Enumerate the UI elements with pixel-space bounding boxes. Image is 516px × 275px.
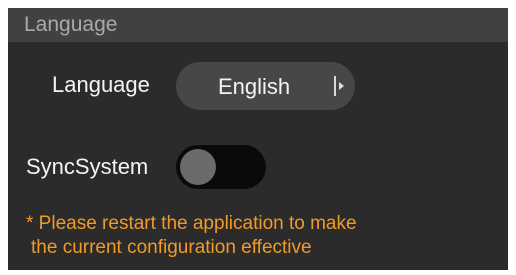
restart-notice: * Please restart the application to make…: [26, 212, 486, 260]
chevron-right-icon: [339, 82, 344, 90]
sync-system-label: SyncSystem: [26, 154, 149, 179]
sync-system-toggle[interactable]: [176, 145, 266, 189]
select-divider: [334, 76, 336, 96]
language-label: Language: [52, 72, 150, 97]
restart-notice-line-2: the current configuration effective: [31, 237, 312, 258]
section-header: Language: [8, 8, 508, 42]
toggle-knob: [180, 149, 216, 185]
language-settings-panel: Language Language English SyncSystem * P…: [8, 8, 508, 270]
restart-notice-line-1: * Please restart the application to make: [26, 213, 357, 234]
language-select[interactable]: English: [176, 62, 355, 110]
language-select-value: English: [218, 74, 291, 99]
